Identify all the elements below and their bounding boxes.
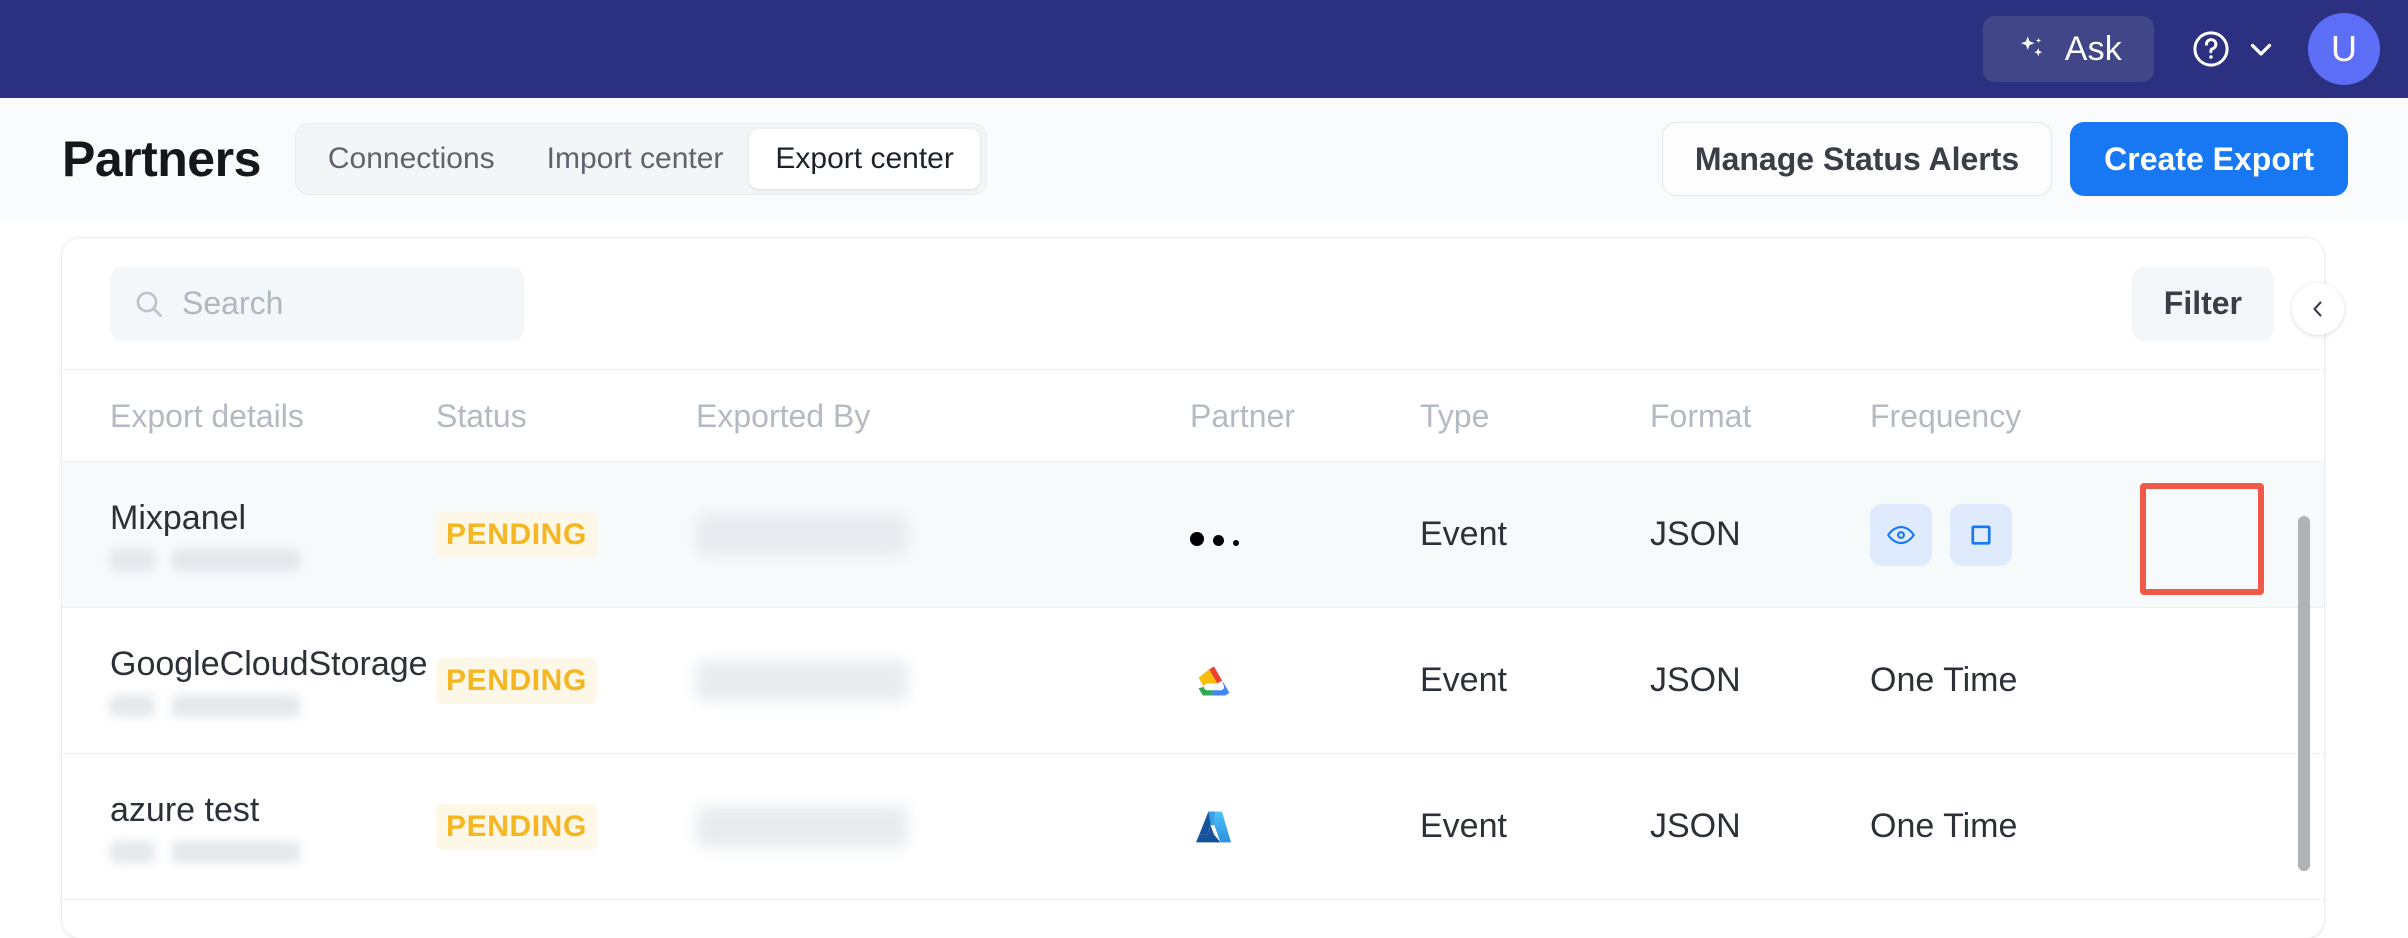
type-value: Event xyxy=(1420,515,1507,553)
tab-export-center[interactable]: Export center xyxy=(749,129,980,189)
exported-by-redacted xyxy=(696,805,908,848)
table-toolbar: Filter xyxy=(62,238,2324,370)
column-header-type[interactable]: Type xyxy=(1420,370,1650,462)
table-row[interactable]: Mixpanel PENDING Event JSON xyxy=(62,461,2324,608)
page-header: Partners Connections Import center Expor… xyxy=(0,98,2408,220)
cell-status: PENDING xyxy=(436,753,696,900)
cell-format: JSON xyxy=(1650,753,1870,900)
table-body: Mixpanel PENDING Event JSON GoogleCloudS… xyxy=(62,461,2324,900)
search-icon xyxy=(132,287,166,321)
search-input[interactable] xyxy=(182,285,502,322)
cell-partner xyxy=(1190,607,1420,754)
create-export-button[interactable]: Create Export xyxy=(2070,122,2348,196)
cell-export-details: GoogleCloudStorage xyxy=(62,607,436,754)
create-export-label: Create Export xyxy=(2104,140,2314,177)
export-center-card: Filter Export details Status Exported By… xyxy=(62,238,2324,938)
search-box[interactable] xyxy=(110,266,524,341)
cell-exported-by xyxy=(696,753,1190,900)
cell-frequency: One Time xyxy=(1870,753,2324,900)
cell-exported-by xyxy=(696,607,1190,754)
tab-connections[interactable]: Connections xyxy=(302,129,521,189)
cell-export-details: Mixpanel xyxy=(62,461,436,608)
ask-button[interactable]: Ask xyxy=(1982,16,2154,82)
tab-import-center[interactable]: Import center xyxy=(521,129,750,189)
google-cloud-logo-icon xyxy=(1190,657,1420,705)
export-subtitle-redacted xyxy=(110,548,300,571)
exports-table: Export details Status Exported By Partne… xyxy=(62,370,2324,900)
top-navigation-bar: Ask U xyxy=(0,0,2408,98)
avatar[interactable]: U xyxy=(2308,13,2380,85)
status-badge: PENDING xyxy=(436,511,597,558)
cell-frequency: One Time xyxy=(1870,607,2324,754)
format-value: JSON xyxy=(1650,807,1741,845)
filter-button[interactable]: Filter xyxy=(2131,266,2274,341)
table-container: Export details Status Exported By Partne… xyxy=(62,370,2324,900)
azure-logo-icon xyxy=(1190,803,1420,851)
cell-format: JSON xyxy=(1650,461,1870,608)
status-badge: PENDING xyxy=(436,657,597,704)
format-value: JSON xyxy=(1650,515,1741,553)
exported-by-redacted xyxy=(696,513,908,556)
frequency-value: One Time xyxy=(1870,661,2018,699)
stop-square-icon xyxy=(1966,520,1996,550)
export-name: GoogleCloudStorage xyxy=(110,645,428,684)
table-row[interactable]: GoogleCloudStorage PENDING Event JSON On… xyxy=(62,607,2324,754)
table-header-row: Export details Status Exported By Partne… xyxy=(62,370,2324,462)
chevron-down-icon[interactable] xyxy=(2244,32,2278,66)
cell-status: PENDING xyxy=(436,607,696,754)
cell-type: Event xyxy=(1420,461,1650,608)
ask-button-label: Ask xyxy=(2064,29,2122,68)
help-circle-icon[interactable] xyxy=(2190,28,2232,70)
cell-format: JSON xyxy=(1650,607,1870,754)
page-title: Partners xyxy=(62,131,261,187)
exported-by-redacted xyxy=(696,659,908,702)
type-value: Event xyxy=(1420,661,1507,699)
mixpanel-logo-icon xyxy=(1190,524,1420,546)
view-export-button[interactable] xyxy=(1870,503,1932,566)
view-eye-icon xyxy=(1886,520,1916,550)
manage-status-alerts-label: Manage Status Alerts xyxy=(1694,140,2020,177)
tab-export-center-label: Export center xyxy=(775,142,954,175)
export-name: azure test xyxy=(110,791,260,830)
column-header-frequency[interactable]: Frequency xyxy=(1870,370,2324,462)
export-name: Mixpanel xyxy=(110,499,247,538)
column-header-exported-by[interactable]: Exported By xyxy=(696,370,1190,462)
cell-export-details: azure test xyxy=(62,753,436,900)
cell-exported-by xyxy=(696,461,1190,608)
tab-import-center-label: Import center xyxy=(546,142,724,175)
column-header-format[interactable]: Format xyxy=(1650,370,1870,462)
cell-partner xyxy=(1190,753,1420,900)
frequency-value: One Time xyxy=(1870,807,2018,845)
type-value: Event xyxy=(1420,807,1507,845)
manage-status-alerts-button[interactable]: Manage Status Alerts xyxy=(1661,122,2053,196)
cell-partner xyxy=(1190,461,1420,608)
format-value: JSON xyxy=(1650,661,1741,699)
cell-type: Event xyxy=(1420,753,1650,900)
table-header: Export details Status Exported By Partne… xyxy=(62,370,2324,462)
cell-status: PENDING xyxy=(436,461,696,608)
filter-button-label: Filter xyxy=(2163,285,2242,321)
export-subtitle-redacted xyxy=(110,694,300,717)
tab-connections-label: Connections xyxy=(327,142,495,175)
collapse-panel-button[interactable] xyxy=(2292,283,2344,335)
column-header-status[interactable]: Status xyxy=(436,370,696,462)
tab-group: Connections Import center Export center xyxy=(294,123,987,195)
row-actions xyxy=(1870,503,2324,566)
sparkle-icon xyxy=(2015,32,2049,66)
table-row[interactable]: azure test PENDING Event JSON One Time xyxy=(62,753,2324,900)
column-header-export-details[interactable]: Export details xyxy=(62,370,436,462)
column-header-partner[interactable]: Partner xyxy=(1190,370,1420,462)
status-badge: PENDING xyxy=(436,803,597,850)
avatar-initial: U xyxy=(2331,28,2357,69)
cell-actions xyxy=(1870,461,2324,608)
chevron-left-icon xyxy=(2306,297,2330,321)
header-actions: Manage Status Alerts Create Export xyxy=(1661,122,2348,196)
stop-export-button[interactable] xyxy=(1950,503,2012,566)
export-subtitle-redacted xyxy=(110,840,300,863)
cell-type: Event xyxy=(1420,607,1650,754)
